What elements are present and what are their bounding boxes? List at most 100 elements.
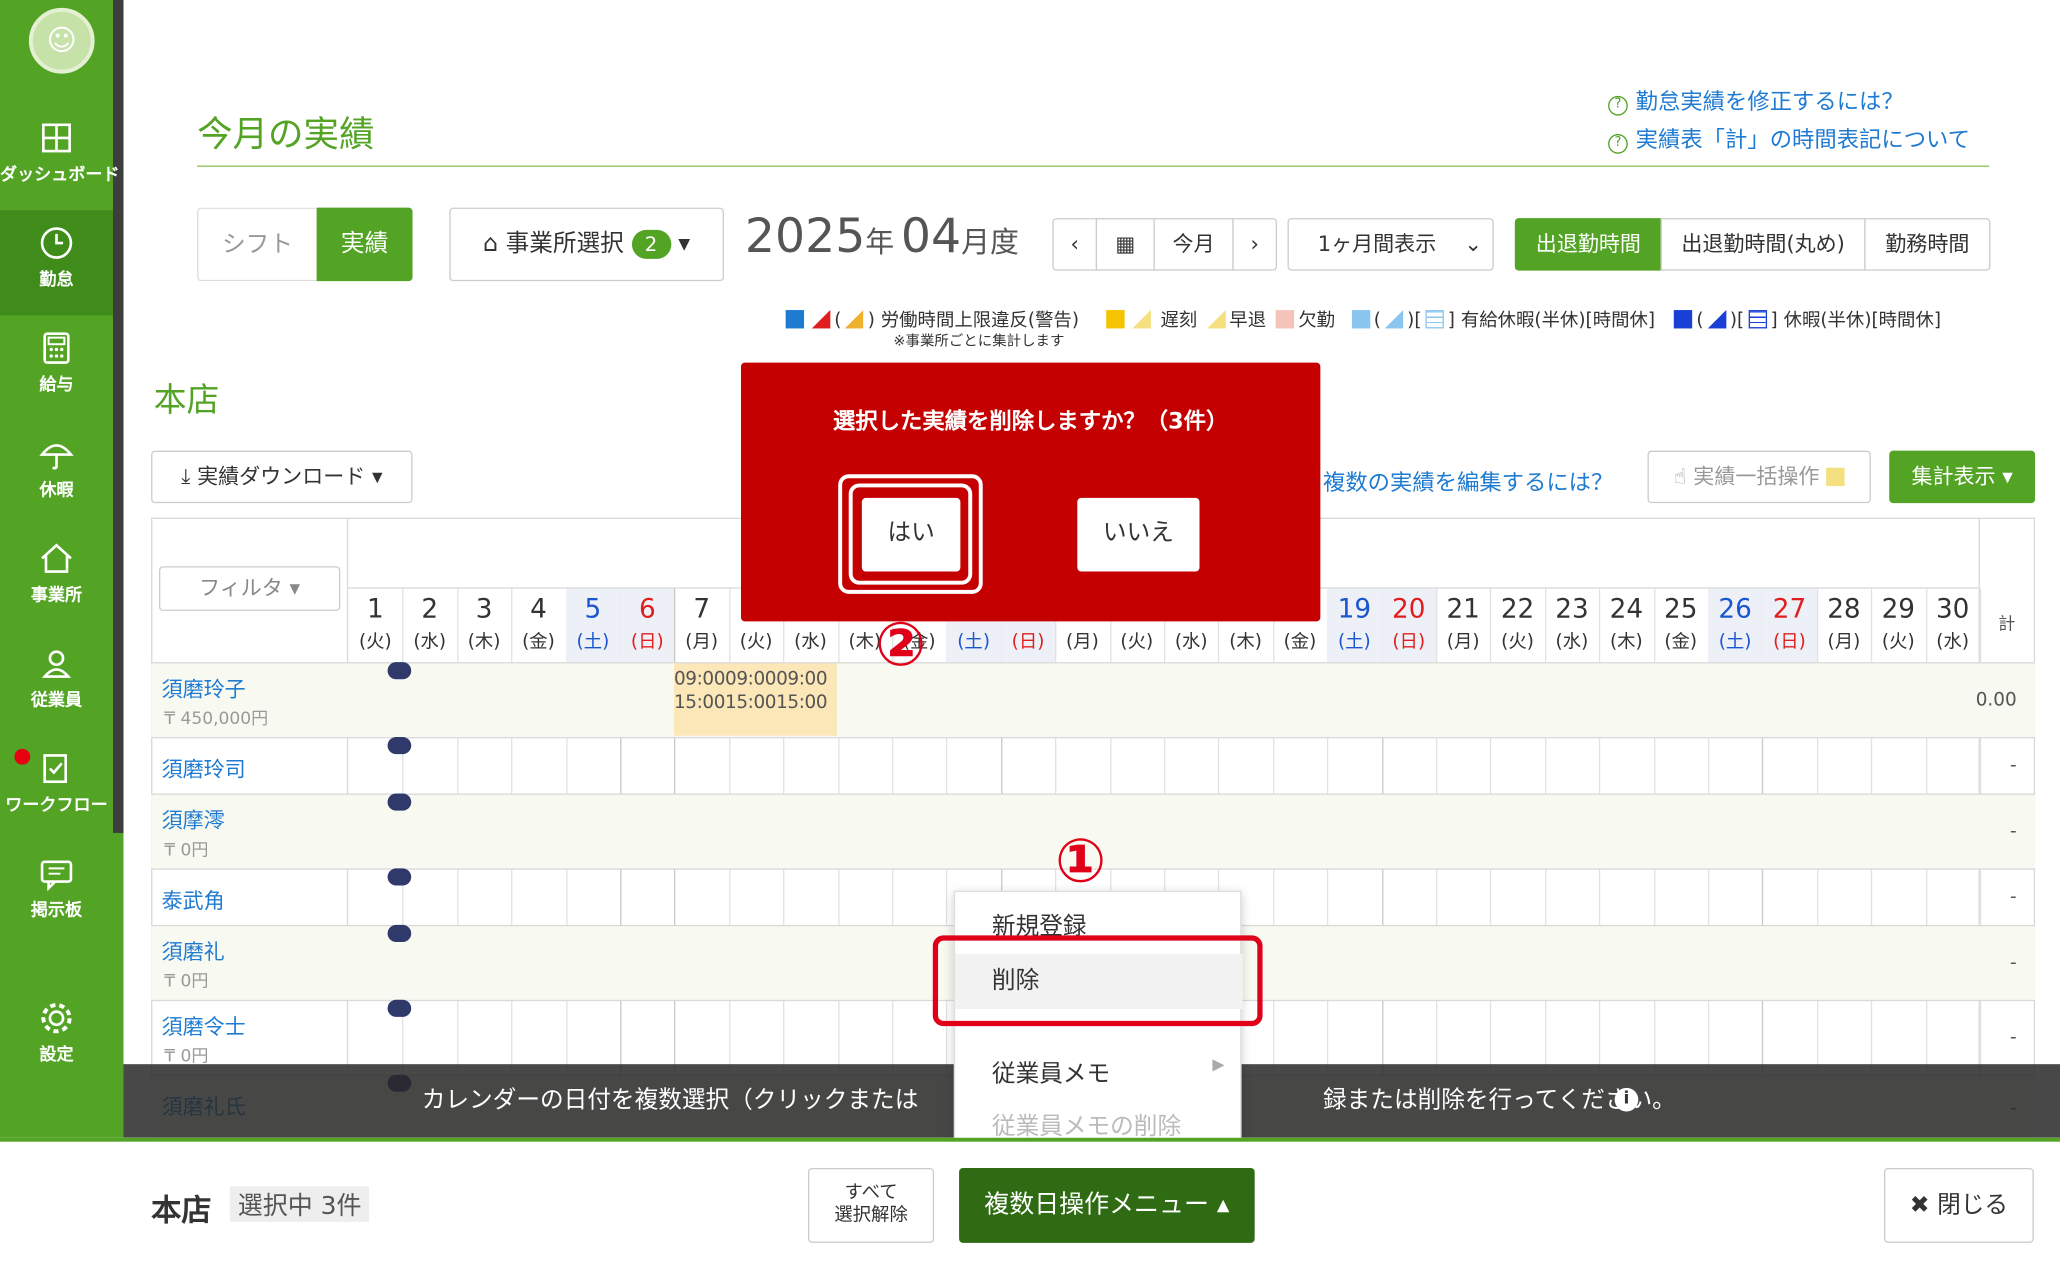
employee-name-link[interactable]: 須磨玲子 xyxy=(162,671,246,703)
day-weekday: (月) xyxy=(685,631,719,653)
day-header[interactable]: 2 (水) xyxy=(403,589,457,663)
day-weekday: (木) xyxy=(1609,631,1643,653)
time-mode-work[interactable]: 勤務時間 xyxy=(1864,218,1991,271)
day-header[interactable]: 21 (月) xyxy=(1436,589,1490,663)
day-number: 6 xyxy=(638,592,656,625)
day-header[interactable]: 30 (水) xyxy=(1925,589,1979,663)
paid-hourly-icon xyxy=(1425,310,1444,329)
confirm-no-button[interactable]: いいえ xyxy=(1077,497,1200,572)
absence-swatch xyxy=(1275,310,1295,329)
day-weekday: (土) xyxy=(957,631,991,653)
day-header[interactable]: 3 (木) xyxy=(457,589,511,663)
memo-bubble-icon[interactable] xyxy=(387,662,412,680)
day-header[interactable]: 23 (水) xyxy=(1545,589,1599,663)
prev-month-button[interactable]: ‹ xyxy=(1052,218,1098,271)
avatar[interactable]: ☺ xyxy=(28,7,95,74)
office-select-button[interactable]: ⌂ 事業所選択 2 ▾ xyxy=(449,207,724,282)
selected-shift-cells[interactable]: 09:0009:0009:00 15:0015:0015:00 xyxy=(673,663,837,736)
close-button[interactable]: ✖ 閉じる xyxy=(1883,1167,2034,1243)
day-weekday: (土) xyxy=(1718,631,1752,653)
day-header[interactable]: 22 (火) xyxy=(1490,589,1544,663)
sidebar-item-dashboard[interactable]: ダッシュボード xyxy=(0,105,120,210)
day-header[interactable]: 6 (日) xyxy=(620,588,675,663)
tab-result[interactable]: 実績 xyxy=(316,207,413,282)
day-number: 23 xyxy=(1555,592,1589,625)
close-icon: ✖ xyxy=(1909,1191,1930,1220)
employee-name-link[interactable]: 泰武角 xyxy=(162,883,225,915)
day-header[interactable]: 29 (火) xyxy=(1871,589,1925,663)
sidebar-item-settings[interactable]: 設定 xyxy=(0,985,113,1090)
this-month-button[interactable]: 今月 xyxy=(1153,218,1234,271)
day-header[interactable]: 26 (土) xyxy=(1707,588,1763,663)
sidebar-item-employees[interactable]: 従業員 xyxy=(0,631,113,736)
memo-bubble-icon[interactable] xyxy=(387,924,412,942)
help-link-edit[interactable]: ? 勤怠実績を修正するには？ xyxy=(1608,83,1904,116)
sidebar-scrollbar[interactable] xyxy=(112,0,124,833)
annotation-highlight-delete xyxy=(932,935,1263,1027)
sidebar-item-label: 従業員 xyxy=(30,691,83,711)
calendar-button[interactable]: ▦ xyxy=(1095,218,1155,271)
sidebar-item-office[interactable]: 事業所 xyxy=(0,526,113,631)
info-icon[interactable]: i xyxy=(1614,1087,1639,1112)
day-header[interactable]: 4 (金) xyxy=(511,589,565,663)
row-total: - xyxy=(2010,1026,2017,1048)
day-header[interactable]: 1 (火) xyxy=(348,589,402,663)
umbrella-icon xyxy=(39,444,74,470)
range-select[interactable]: 1ヶ月間表示 ⌄ xyxy=(1287,218,1494,271)
summary-button[interactable]: 集計表示 ▾ xyxy=(1889,450,2036,504)
person-icon xyxy=(41,650,72,678)
employee-salary: ₸ 0円 xyxy=(164,1047,209,1067)
download-icon: ⤓ xyxy=(181,463,191,489)
day-header[interactable]: 5 (土) xyxy=(565,588,621,663)
row-total: - xyxy=(2010,820,2017,842)
tab-shift[interactable]: シフト xyxy=(197,207,317,282)
day-header[interactable]: 25 (金) xyxy=(1654,589,1708,663)
employee-name-link[interactable]: 須磨令士 xyxy=(162,1009,246,1041)
help-link-total[interactable]: ? 実績表「計」の時間表記について xyxy=(1608,121,1970,154)
day-header[interactable]: 20 (日) xyxy=(1381,588,1436,663)
day-header[interactable]: 28 (月) xyxy=(1817,589,1871,663)
row-total: - xyxy=(2010,886,2017,908)
late-flag-icon xyxy=(1105,310,1125,329)
filter-button[interactable]: フィルタ ▾ xyxy=(158,566,341,611)
caret-down-icon: ▾ xyxy=(371,463,383,489)
day-weekday: (火) xyxy=(1881,631,1915,653)
memo-bubble-icon[interactable] xyxy=(387,999,412,1017)
sidebar-item-label: 休暇 xyxy=(39,480,74,501)
time-mode-inout[interactable]: 出退勤時間 xyxy=(1514,218,1662,271)
day-weekday: (火) xyxy=(1120,631,1154,653)
next-month-button[interactable]: › xyxy=(1232,218,1278,271)
day-weekday: (水) xyxy=(1936,631,1970,653)
memo-bubble-icon[interactable] xyxy=(387,793,412,811)
table-row: 須磨玲司 - xyxy=(151,737,2036,793)
time-mode-rounded[interactable]: 出退勤時間(丸め) xyxy=(1660,218,1866,271)
deselect-all-button[interactable]: すべて 選択解除 xyxy=(807,1167,935,1243)
message-icon xyxy=(40,860,73,892)
day-header[interactable]: 19 (土) xyxy=(1327,588,1382,663)
bulk-operation-button[interactable]: ☝ 実績一括操作 xyxy=(1647,450,1871,504)
edit-help-link[interactable]: 複数の実績を編集するには？ xyxy=(1323,464,1613,496)
sidebar-item-payroll[interactable]: 給与 xyxy=(0,315,113,420)
employee-name-link[interactable]: 須磨玲司 xyxy=(162,751,246,783)
memo-bubble-icon[interactable] xyxy=(387,737,412,755)
day-header[interactable]: 27 (日) xyxy=(1762,588,1817,663)
menu-item-employee-memo[interactable]: 従業員メモ ▶ xyxy=(955,1055,1243,1089)
sidebar-item-bulletin[interactable]: 掲示板 xyxy=(0,841,113,946)
employee-name-link[interactable]: 須磨礼 xyxy=(162,934,225,966)
day-weekday: (月) xyxy=(1066,631,1099,653)
day-header[interactable]: 7 (月) xyxy=(674,589,728,663)
violation-flag-icon xyxy=(811,310,831,329)
gear-icon xyxy=(41,1003,72,1034)
multi-day-menu-button[interactable]: 複数日操作メニュー ▴ xyxy=(959,1167,1255,1243)
employee-name-link[interactable]: 須摩澪 xyxy=(162,803,225,835)
sidebar-item-workflow[interactable]: ワークフロー xyxy=(0,736,113,841)
day-number: 26 xyxy=(1718,592,1752,625)
day-number: 2 xyxy=(421,592,439,625)
clock-icon xyxy=(40,227,73,259)
day-weekday: (金) xyxy=(522,631,555,653)
sidebar-item-attendance[interactable]: 勤怠 xyxy=(0,210,113,316)
download-button[interactable]: ⤓ 実績ダウンロード ▾ xyxy=(151,450,413,504)
day-header[interactable]: 24 (木) xyxy=(1599,589,1653,663)
memo-bubble-icon[interactable] xyxy=(387,868,412,886)
sidebar-item-leave[interactable]: 休暇 xyxy=(0,420,113,525)
